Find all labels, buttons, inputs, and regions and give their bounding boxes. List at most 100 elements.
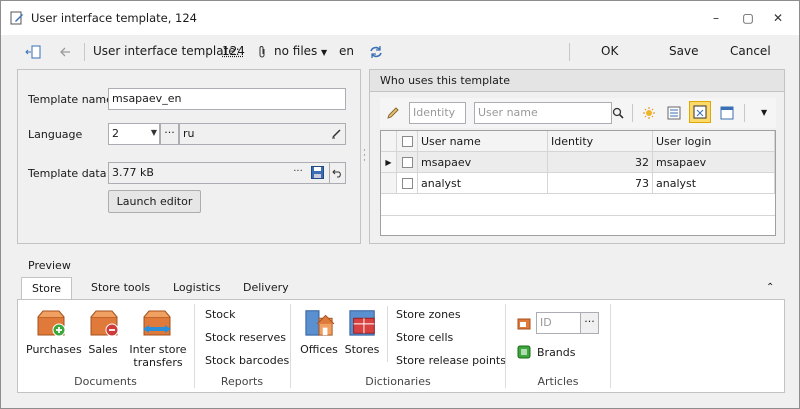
item-separator <box>387 306 388 362</box>
toolbar-separator <box>632 104 633 122</box>
toolbar-separator <box>84 43 85 61</box>
maximize-button[interactable]: ▢ <box>739 9 757 27</box>
save-button[interactable]: Save <box>669 44 698 58</box>
transfers-line-1: Inter store <box>129 343 187 356</box>
column-header-user-login[interactable]: User login <box>653 131 775 152</box>
title-bar: User interface template, 124 – ▢ ✕ <box>1 1 799 35</box>
settings-sun-icon[interactable] <box>642 106 656 120</box>
stock-barcodes-button[interactable]: Stock barcodes <box>205 354 289 367</box>
tab-logistics[interactable]: Logistics <box>163 277 231 299</box>
purchases-icon <box>37 310 66 337</box>
back-arrow-icon[interactable] <box>59 46 71 58</box>
template-name-input[interactable]: msapaev_en <box>108 88 346 110</box>
identity-filter-input[interactable]: Identity <box>409 102 466 124</box>
language-ellipsis-button[interactable]: ··· <box>160 123 179 145</box>
refresh-icon[interactable] <box>369 45 383 59</box>
cell-user-name[interactable]: msapaev <box>418 152 548 173</box>
tab-delivery[interactable]: Delivery <box>233 277 299 299</box>
toolbar-separator <box>744 104 745 122</box>
stores-button[interactable]: Stores <box>342 343 382 356</box>
language-name-field: ru <box>179 123 346 145</box>
launch-editor-button[interactable]: Launch editor <box>108 190 201 213</box>
close-button[interactable]: ✕ <box>769 9 787 27</box>
minimize-button[interactable]: – <box>707 9 725 27</box>
cell-identity[interactable]: 73 <box>548 173 653 194</box>
current-row-indicator: ▶ <box>381 152 397 173</box>
article-icon <box>517 318 531 330</box>
ribbon-panel: Purchases Sales Inter store transfers Doc… <box>17 299 785 393</box>
preview-label: Preview <box>28 259 71 272</box>
store-cells-button[interactable]: Store cells <box>396 331 453 344</box>
cell-user-login[interactable]: msapaev <box>653 152 775 173</box>
group-label-documents: Documents <box>74 375 137 388</box>
layout-icon <box>693 105 707 119</box>
cell-identity[interactable]: 32 <box>548 152 653 173</box>
store-zones-button[interactable]: Store zones <box>396 308 461 321</box>
brands-button[interactable]: Brands <box>537 346 576 359</box>
offices-button[interactable]: Offices <box>298 343 340 356</box>
purchases-button[interactable]: Purchases <box>26 343 82 356</box>
group-separator <box>610 304 611 388</box>
grid-filter-toolbar: Identity User name ▼ <box>380 98 776 128</box>
column-list-icon[interactable] <box>667 106 681 120</box>
column-header-identity[interactable]: Identity <box>548 131 653 152</box>
edit-document-icon <box>10 11 23 25</box>
cell-user-login[interactable]: analyst <box>653 173 775 194</box>
sales-icon <box>90 310 119 337</box>
layout-toggle-button[interactable] <box>689 101 711 123</box>
template-form-panel: Template name msapaev_en Language 2 ▼ ··… <box>17 69 361 244</box>
toolbar-separator <box>569 43 570 61</box>
chevron-down-icon[interactable]: ▼ <box>761 108 767 117</box>
stock-button[interactable]: Stock <box>205 308 235 321</box>
window-layout-icon[interactable] <box>720 106 734 120</box>
field-separator <box>329 163 330 183</box>
language-selector[interactable]: en <box>339 44 354 58</box>
group-label-articles: Articles <box>537 375 579 388</box>
splitter-handle[interactable]: · · · <box>363 147 367 166</box>
grid-footer-line <box>381 215 775 216</box>
main-toolbar: User interface template: 124 no files ▼ … <box>1 35 799 69</box>
language-label: Language <box>28 128 83 141</box>
group-label-dictionaries: Dictionaries <box>365 375 431 388</box>
offices-icon <box>305 310 335 336</box>
collapse-panel-icon[interactable] <box>25 45 41 59</box>
pencil-icon[interactable] <box>386 106 400 120</box>
ribbon-tabs: Store Store tools Logistics Delivery ⌃ <box>17 277 785 300</box>
stock-reserves-button[interactable]: Stock reserves <box>205 331 286 344</box>
files-dropdown[interactable]: no files <box>274 44 317 58</box>
ok-button[interactable]: OK <box>601 44 618 58</box>
search-icon[interactable] <box>612 107 624 119</box>
save-disk-icon[interactable] <box>311 166 324 179</box>
article-id-input[interactable]: ID <box>536 312 582 334</box>
undo-icon[interactable] <box>332 167 343 178</box>
row-indicator-header <box>381 131 397 152</box>
template-label: User interface template: <box>93 44 240 58</box>
template-data-label: Template data <box>28 167 107 180</box>
username-filter-input[interactable]: User name <box>474 102 612 124</box>
users-grid: User name Identity User login ▶ msapaev … <box>380 130 776 236</box>
chevron-down-icon[interactable]: ▼ <box>321 48 327 57</box>
tab-store-tools[interactable]: Store tools <box>81 277 160 299</box>
template-data-ellipsis-button[interactable]: ··· <box>290 164 306 182</box>
transfers-line-2: transfers <box>133 356 183 369</box>
tab-store[interactable]: Store <box>21 277 73 300</box>
clear-icon[interactable] <box>331 128 342 139</box>
select-all-checkbox[interactable] <box>402 136 413 147</box>
article-ellipsis-button[interactable]: ··· <box>580 312 599 334</box>
row-checkbox[interactable] <box>402 178 413 189</box>
collapse-ribbon-icon[interactable]: ⌃ <box>766 282 774 293</box>
group-label-reports: Reports <box>220 375 264 388</box>
transfers-icon <box>143 310 171 336</box>
template-id-link[interactable]: 124 <box>222 44 245 58</box>
column-header-user-name[interactable]: User name <box>418 131 548 152</box>
cell-user-name[interactable]: analyst <box>418 173 548 194</box>
dialog-window: User interface template, 124 – ▢ ✕ User … <box>0 0 800 409</box>
stores-icon <box>349 310 375 336</box>
cancel-button[interactable]: Cancel <box>730 44 771 58</box>
sales-button[interactable]: Sales <box>84 343 122 356</box>
inter-store-transfers-button[interactable]: Inter store transfers <box>126 343 190 369</box>
row-indicator <box>381 173 397 194</box>
row-checkbox[interactable] <box>402 157 413 168</box>
who-uses-header: Who uses this template <box>370 70 784 92</box>
store-release-points-button[interactable]: Store release points <box>396 354 506 367</box>
